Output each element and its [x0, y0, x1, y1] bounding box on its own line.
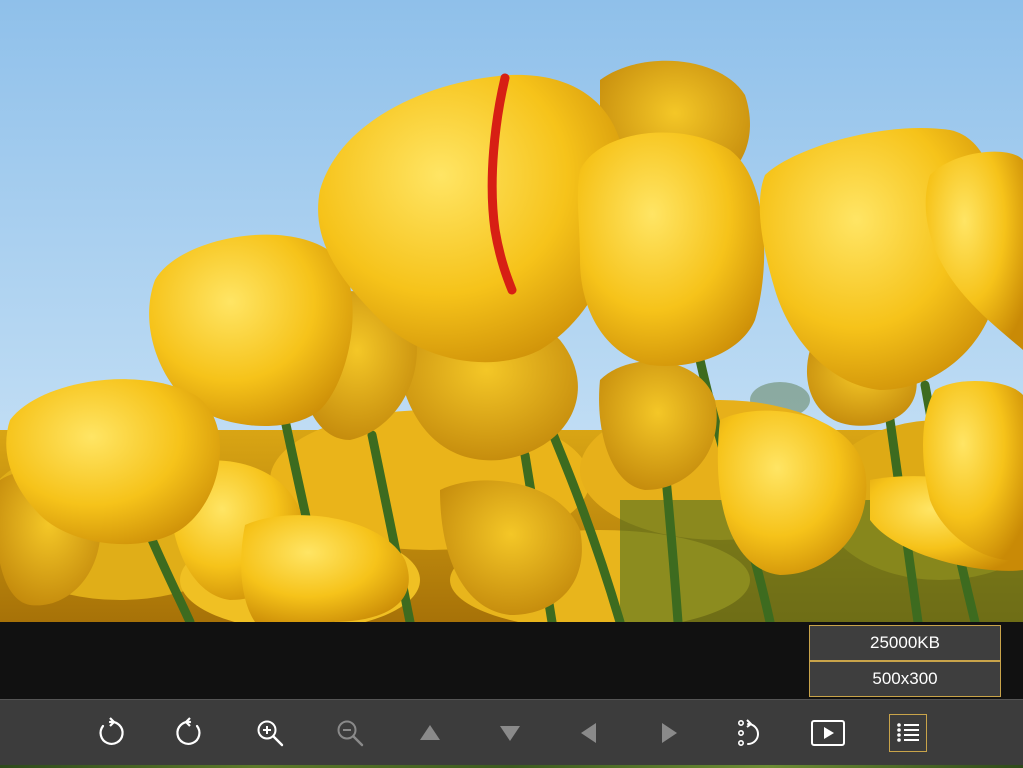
slideshow-play-icon	[811, 720, 845, 746]
reset-rotation-button[interactable]	[730, 714, 768, 752]
tulip-photo	[0, 0, 1023, 622]
rotate-dots-icon	[738, 719, 759, 746]
file-size-label: 25000KB	[809, 625, 1001, 661]
zoom-out-button[interactable]	[331, 714, 369, 752]
rotate-left-button[interactable]	[91, 714, 129, 752]
pan-up-button[interactable]	[411, 714, 449, 752]
rotate-right-button[interactable]	[171, 714, 209, 752]
arrow-down-icon	[500, 726, 520, 741]
arrow-up-icon	[420, 725, 440, 740]
zoom-out-icon	[337, 720, 364, 747]
image-dimensions-label: 500x300	[809, 661, 1001, 697]
rotate-left-icon	[99, 717, 124, 745]
list-menu-icon	[897, 723, 919, 742]
thumbnail-list-button[interactable]	[889, 714, 927, 752]
zoom-in-icon	[257, 720, 284, 747]
arrow-left-icon	[581, 723, 596, 743]
slideshow-button[interactable]	[809, 714, 847, 752]
rotate-right-icon	[176, 717, 201, 745]
arrow-right-icon	[662, 723, 677, 743]
pan-down-button[interactable]	[491, 714, 529, 752]
photo-display	[0, 0, 1023, 622]
pan-left-button[interactable]	[570, 714, 608, 752]
pan-right-button[interactable]	[650, 714, 688, 752]
viewer-toolbar	[0, 699, 1023, 766]
image-viewer: 25000KB 500x300	[0, 0, 1023, 768]
zoom-in-button[interactable]	[251, 714, 289, 752]
